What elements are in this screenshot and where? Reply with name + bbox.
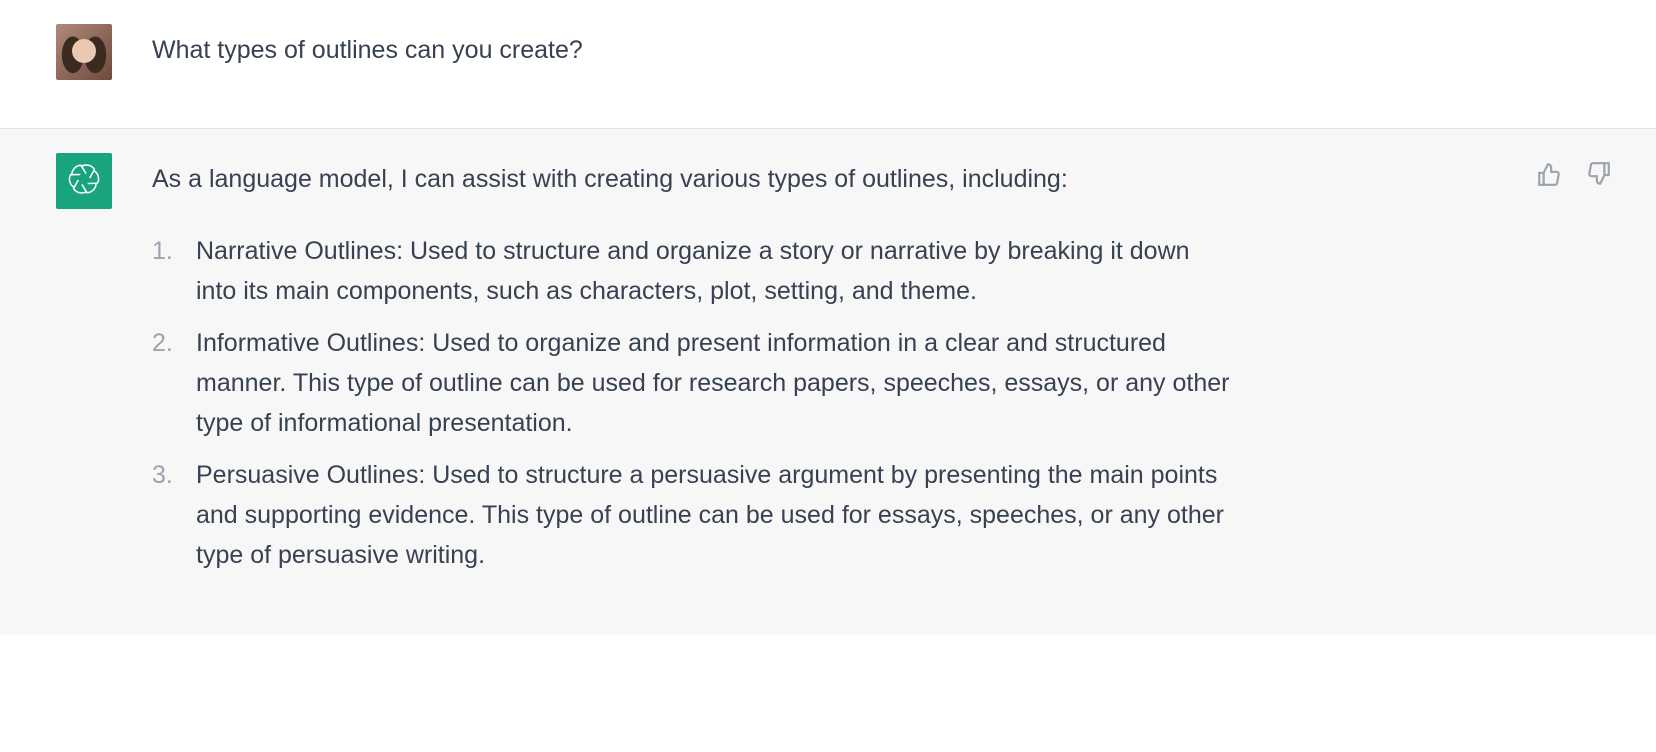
- assistant-message-content: As a language model, I can assist with c…: [152, 153, 1232, 587]
- thumbs-down-icon: [1586, 175, 1612, 190]
- list-item: Narrative Outlines: Used to structure an…: [152, 231, 1232, 311]
- user-message-text: What types of outlines can you create?: [152, 24, 1232, 70]
- user-message: What types of outlines can you create?: [0, 0, 1656, 128]
- thumbs-up-icon: [1536, 175, 1562, 190]
- list-item: Persuasive Outlines: Used to structure a…: [152, 455, 1232, 575]
- assistant-avatar: [56, 153, 112, 209]
- assistant-outline-list: Narrative Outlines: Used to structure an…: [152, 231, 1232, 575]
- chatgpt-logo-icon: [65, 160, 103, 203]
- assistant-message: As a language model, I can assist with c…: [0, 128, 1656, 635]
- thumbs-down-button[interactable]: [1582, 157, 1616, 194]
- assistant-intro-text: As a language model, I can assist with c…: [152, 159, 1232, 199]
- feedback-controls: [1532, 157, 1616, 194]
- list-item: Informative Outlines: Used to organize a…: [152, 323, 1232, 443]
- thumbs-up-button[interactable]: [1532, 157, 1566, 194]
- user-avatar: [56, 24, 112, 80]
